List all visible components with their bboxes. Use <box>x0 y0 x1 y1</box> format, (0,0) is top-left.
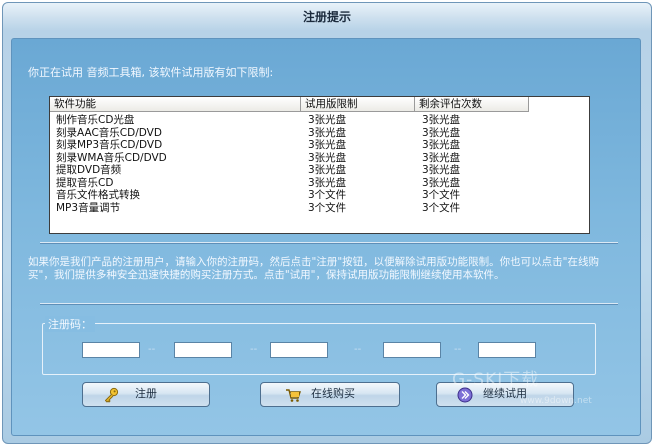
trial-intro-text: 你正在试用 音频工具箱, 该软件试用版有如下限制: <box>28 66 274 79</box>
code-separator: -- <box>454 344 462 355</box>
buy-online-button[interactable]: 在线购买 <box>260 382 400 407</box>
column-header-trial-limit[interactable]: 试用版限制 <box>301 97 415 112</box>
code-separator: -- <box>250 344 258 355</box>
registration-code-label: 注册码： <box>45 316 95 332</box>
table-cell: 3张光盘 <box>308 164 347 176</box>
shopping-cart-icon <box>286 389 301 402</box>
watermark-logo: G-SKI下载 <box>452 370 540 390</box>
divider <box>40 242 618 244</box>
table-cell: 3张光盘 <box>308 114 347 126</box>
register-button[interactable]: 注册 <box>82 382 210 407</box>
table-row[interactable]: 提取DVD音频 3张光盘 3张光盘 <box>50 164 589 177</box>
table-cell: 3张光盘 <box>422 114 461 126</box>
table-cell: 提取DVD音频 <box>56 164 122 176</box>
registration-code-field-5[interactable] <box>478 342 536 358</box>
table-body: 制作音乐CD光盘 3张光盘 3张光盘 刻录AAC音乐CD/DVD 3张光盘 3张光盘 刻录M… <box>50 114 589 214</box>
table-cell: 3个文件 <box>308 189 347 201</box>
table-cell: 3个文件 <box>308 201 347 214</box>
register-label: 注册 <box>135 388 157 400</box>
dialog-title: 注册提示 <box>302 10 351 24</box>
table-cell: 音乐文件格式转换 <box>56 189 140 201</box>
table-cell: 刻录MP3音乐CD/DVD <box>56 139 163 151</box>
trial-limits-table: 软件功能 试用版限制 剩余评估次数 制作音乐CD光盘 3张光盘 3张光盘 刻录AAC音… <box>49 96 590 234</box>
table-cell: 3张光盘 <box>308 151 347 164</box>
table-cell: 3张光盘 <box>308 176 347 189</box>
table-row[interactable]: 刻录AAC音乐CD/DVD 3张光盘 3张光盘 <box>50 127 589 140</box>
table-cell: 3个文件 <box>422 189 461 201</box>
column-header-feature[interactable]: 软件功能 <box>50 97 301 112</box>
table-cell: 3张光盘 <box>422 164 461 176</box>
registration-code-field-3[interactable] <box>270 342 328 358</box>
table-cell: 3张光盘 <box>422 151 461 164</box>
table-row[interactable]: 刻录WMA音乐CD/DVD 3张光盘 3张光盘 <box>50 152 589 165</box>
table-cell: 3个文件 <box>422 201 461 214</box>
table-cell: 3张光盘 <box>422 126 461 139</box>
table-cell: 3张光盘 <box>308 139 347 151</box>
code-separator: -- <box>148 344 156 355</box>
watermark-site: www.9down.net <box>520 396 592 406</box>
table-cell: 刻录WMA音乐CD/DVD <box>56 151 167 164</box>
divider <box>40 303 618 305</box>
buy-online-label: 在线购买 <box>311 388 355 400</box>
table-cell: 提取音乐CD <box>56 176 114 189</box>
registration-instructions: 如果你是我们产品的注册用户，请输入你的注册码，然后点击"注册"按钮，以便解除试用… <box>28 256 599 281</box>
table-cell: 3张光盘 <box>422 139 461 151</box>
table-cell: 制作音乐CD光盘 <box>56 114 135 126</box>
registration-code-field-2[interactable] <box>174 342 232 358</box>
table-cell: 刻录AAC音乐CD/DVD <box>56 126 162 139</box>
code-separator: -- <box>354 344 362 355</box>
table-cell: MP3音量调节 <box>56 201 121 214</box>
table-row[interactable]: MP3音量调节 3个文件 3个文件 <box>50 202 589 215</box>
table-cell: 3张光盘 <box>308 126 347 139</box>
registration-code-field-1[interactable] <box>82 342 140 358</box>
key-icon <box>105 387 119 403</box>
table-row[interactable]: 音乐文件格式转换 3个文件 3个文件 <box>50 189 589 202</box>
registration-code-field-4[interactable] <box>383 342 441 358</box>
table-cell: 3张光盘 <box>422 176 461 189</box>
table-row[interactable]: 刻录MP3音乐CD/DVD 3张光盘 3张光盘 <box>50 139 589 152</box>
table-row[interactable]: 制作音乐CD光盘 3张光盘 3张光盘 <box>50 114 589 127</box>
column-header-remaining[interactable]: 剩余评估次数 <box>415 97 529 112</box>
table-header: 软件功能 试用版限制 剩余评估次数 <box>50 97 589 113</box>
table-row[interactable]: 提取音乐CD 3张光盘 3张光盘 <box>50 177 589 190</box>
